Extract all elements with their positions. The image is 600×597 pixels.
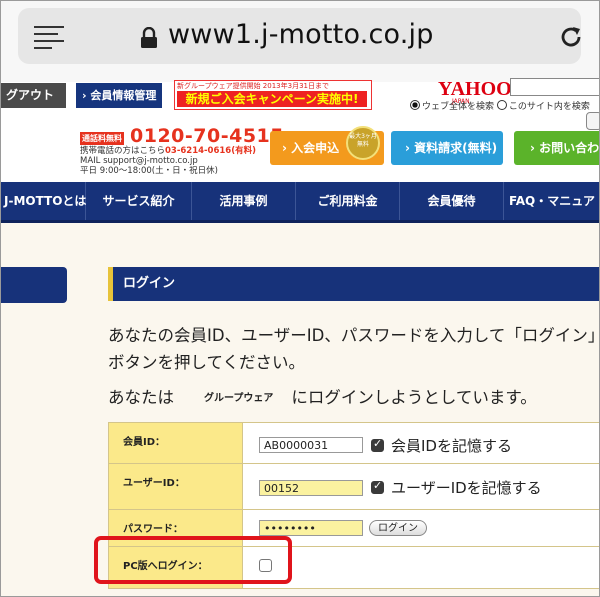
member-info-label: 会員情報管理: [90, 89, 157, 102]
join-label: 入会申込: [291, 141, 340, 155]
tel-mobile-prefix: 携帯電話の方はこちら: [80, 146, 166, 156]
user-id-input[interactable]: 00152: [259, 480, 363, 496]
nav-item-cases[interactable]: 活用事例: [192, 182, 296, 220]
instructions-text: あなたの会員ID、ユーザーID、パスワードを入力して「ログイン」ボタンを押してく…: [108, 326, 600, 372]
address-field[interactable]: www1.j-motto.co.jp: [18, 8, 581, 64]
docs-label: 資料請求(無料): [414, 141, 498, 155]
browser-url-bar: www1.j-motto.co.jp: [0, 0, 600, 83]
logout-button[interactable]: グアウト: [0, 83, 66, 108]
tel-mobile: 03-6214-0616(有料): [165, 146, 256, 156]
free-badge: 最大3ヶ月無料: [346, 126, 380, 160]
radio-site-label: このサイト内を検索: [508, 102, 590, 112]
search-scope: ウェブ全体を検索 このサイト内を検索: [410, 99, 590, 112]
yahoo-logo: YAHOO!: [438, 78, 519, 100]
sidebar-tab[interactable]: [0, 267, 67, 303]
radio-web[interactable]: [410, 100, 420, 110]
section-title: ログイン: [108, 267, 600, 301]
menu-icon[interactable]: [34, 26, 64, 49]
tel-number: 0120-70-4515: [130, 125, 284, 147]
password-input[interactable]: ••••••••: [259, 520, 363, 536]
nav-item-pricing[interactable]: ご利用料金: [296, 182, 400, 220]
tel-mail: MAIL support@j-motto.co.jp: [80, 156, 198, 166]
member-id-input[interactable]: AB0000031: [259, 437, 363, 453]
request-docs-button[interactable]: › 資料請求(無料): [391, 131, 503, 165]
login-button[interactable]: ログイン: [369, 520, 427, 536]
remember-member-label: 会員IDを記憶する: [391, 437, 512, 455]
target-prefix: あなたは: [108, 388, 174, 407]
url-text: www1.j-motto.co.jp: [168, 19, 434, 50]
banner-top-text: 新グループウェア提供開始 2013年3月31日まで: [177, 82, 329, 90]
campaign-banner[interactable]: 新グループウェア提供開始 2013年3月31日まで 新規ご入会キャンペーン実施中…: [174, 80, 372, 110]
nav-item-benefits[interactable]: 会員優待: [400, 182, 504, 220]
annotation-highlight: [94, 536, 292, 584]
reload-icon[interactable]: [558, 24, 584, 50]
target-app: グループウェア: [204, 393, 274, 404]
remember-user-label: ユーザーIDを記憶する: [391, 479, 542, 497]
remember-member-checkbox[interactable]: [371, 437, 384, 452]
target-line: あなたは グループウェア にログインしようとしています。: [108, 384, 537, 408]
contact-button[interactable]: › お問い合わせ: [514, 131, 600, 165]
search-input[interactable]: [510, 78, 600, 96]
tel-info: 携帯電話の方はこちら03-6214-0616(有料) MAIL support@…: [80, 146, 256, 176]
radio-site[interactable]: [496, 100, 507, 110]
search-button[interactable]: [586, 112, 600, 130]
tel-free-label: 通話料無料: [80, 132, 124, 145]
banner-main-text: 新規ご入会キャンペーン実施中!: [177, 91, 367, 107]
radio-web-label: ウェブ全体を検索: [422, 102, 495, 112]
member-id-label: 会員ID：: [108, 422, 243, 464]
site-header: グアウト › 会員情報管理 新グループウェア提供開始 2013年3月31日まで …: [0, 78, 600, 182]
nav-item-faq[interactable]: FAQ・マニュア: [504, 182, 600, 220]
nav-item-about[interactable]: J-MOTTOとは: [0, 182, 86, 220]
target-suffix: にログインしようとしています。: [291, 388, 537, 407]
tel-hours: 平日 9:00～18:00(土・日・祝日休): [80, 166, 218, 176]
lock-icon: [141, 27, 157, 48]
member-info-button[interactable]: › 会員情報管理: [76, 83, 162, 108]
user-id-label: ユーザーID：: [108, 463, 243, 510]
main-nav: J-MOTTOとは サービス紹介 活用事例 ご利用料金 会員優待 FAQ・マニュ…: [0, 182, 600, 223]
contact-label: お問い合わせ: [539, 141, 600, 155]
nav-item-services[interactable]: サービス紹介: [86, 182, 192, 220]
remember-user-checkbox[interactable]: [371, 479, 384, 494]
